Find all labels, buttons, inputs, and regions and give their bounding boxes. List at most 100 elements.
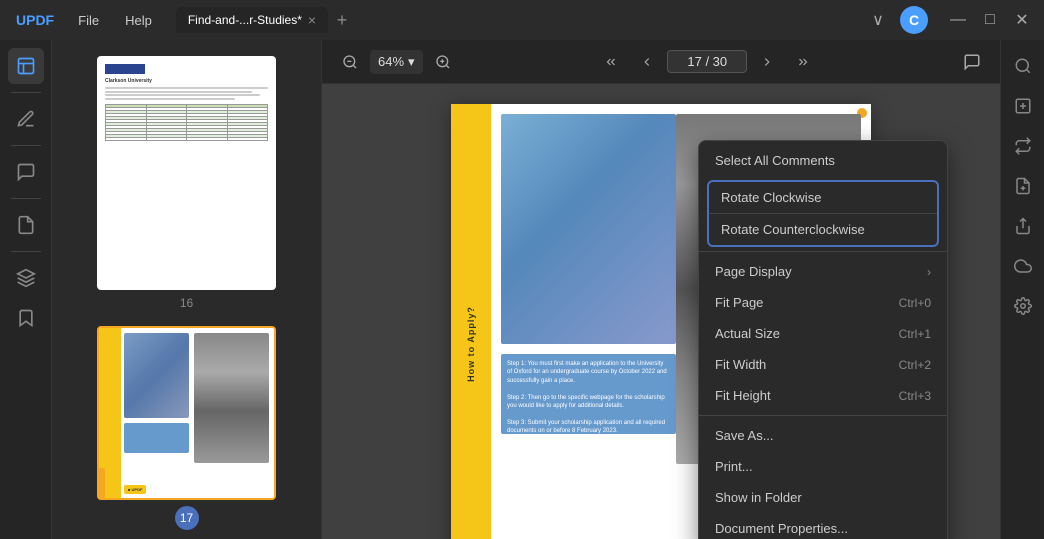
shortcut-fit-width: Ctrl+2 [899, 358, 931, 372]
sidebar-icon-comment[interactable] [8, 154, 44, 190]
menu-item-print[interactable]: Print... [699, 451, 947, 482]
menu-item-save-as[interactable]: Save As... [699, 420, 947, 451]
tab-close-button[interactable]: × [308, 13, 316, 27]
thumb-img-right [194, 333, 269, 463]
menu-label-select-all: Select All Comments [715, 153, 835, 168]
prev-page-button[interactable] [631, 46, 663, 78]
maximize-button[interactable]: □ [976, 6, 1004, 34]
avatar[interactable]: C [900, 6, 928, 34]
right-ocr-icon[interactable] [1005, 88, 1041, 124]
left-sidebar [0, 40, 52, 539]
page-input[interactable] [667, 50, 747, 73]
main-layout: Clarkson University [0, 40, 1044, 539]
document-area: How to Apply? Step 1: You must first mak… [322, 84, 1000, 539]
thumb-title-16: Clarkson University [105, 78, 268, 84]
right-settings-icon[interactable] [1005, 288, 1041, 324]
sidebar-icon-edit[interactable] [8, 48, 44, 84]
new-tab-button[interactable]: + [328, 6, 356, 34]
toolbar: 64% ▾ [322, 40, 1000, 84]
menu-item-page-display[interactable]: Page Display › [699, 256, 947, 287]
first-page-button[interactable] [595, 46, 627, 78]
active-tab[interactable]: Find-and-...r-Studies* × [176, 7, 328, 33]
page-yellow-strip: How to Apply? [451, 104, 491, 539]
thumbnail-page-17[interactable]: ■ UPDF 17 [97, 326, 276, 530]
thumb-label-17: 17 [175, 506, 199, 530]
zoom-display[interactable]: 64% ▾ [370, 50, 423, 74]
doc-area-wrapper: 64% ▾ [322, 40, 1000, 539]
window-controls: — □ ✕ [944, 6, 1036, 34]
menu-item-fit-height[interactable]: Fit Height Ctrl+3 [699, 380, 947, 411]
sidebar-divider-2 [11, 145, 41, 146]
right-cloud-icon[interactable] [1005, 248, 1041, 284]
thumb-text-16 [105, 87, 268, 100]
page-navigation [595, 46, 819, 78]
thumb-blue-box [124, 423, 189, 453]
menu-item-fit-page[interactable]: Fit Page Ctrl+0 [699, 287, 947, 318]
text-line [105, 94, 260, 96]
thumb-frame-17: ■ UPDF [97, 326, 276, 500]
minimize-button[interactable]: — [944, 6, 972, 34]
shortcut-actual-size: Ctrl+1 [899, 327, 931, 341]
file-menu[interactable]: File [66, 9, 111, 32]
menu-divider-2 [699, 415, 947, 416]
right-convert-icon[interactable] [1005, 128, 1041, 164]
next-page-button[interactable] [751, 46, 783, 78]
context-menu: Select All Comments Rotate Clockwise Rot… [698, 140, 948, 539]
thumb-doc-16: Clarkson University [99, 58, 274, 288]
thumbnail-panel[interactable]: Clarkson University [52, 40, 322, 539]
menu-label-rotate-cw: Rotate Clockwise [721, 190, 821, 205]
menu-item-rotate-ccw[interactable]: Rotate Counterclockwise [709, 214, 937, 245]
menu-item-rotate-cw[interactable]: Rotate Clockwise [709, 182, 937, 214]
how-to-apply-text: How to Apply? [466, 306, 476, 382]
menu-label-actual-size: Actual Size [715, 326, 780, 341]
titlebar-right: ∨ C — □ ✕ [864, 6, 1036, 34]
menu-label-fit-page: Fit Page [715, 295, 763, 310]
close-button[interactable]: ✕ [1008, 6, 1036, 34]
menu-label-show-in-folder: Show in Folder [715, 490, 802, 505]
sidebar-icon-layers[interactable] [8, 260, 44, 296]
titlebar: UPDF File Help Find-and-...r-Studies* × … [0, 0, 1044, 40]
thumb-table-16 [105, 104, 268, 141]
comment-toolbar-button[interactable] [956, 46, 988, 78]
menu-item-fit-width[interactable]: Fit Width Ctrl+2 [699, 349, 947, 380]
app-logo: UPDF [8, 12, 62, 28]
last-page-button[interactable] [787, 46, 819, 78]
shortcut-fit-page: Ctrl+0 [899, 296, 931, 310]
right-sidebar [1000, 40, 1044, 539]
page-image-left [501, 114, 676, 344]
zoom-value: 64% [378, 54, 404, 69]
page-blue-text: Step 1: You must first make an applicati… [507, 360, 670, 434]
menu-item-show-in-folder[interactable]: Show in Folder [699, 482, 947, 513]
titlebar-menu: File Help [66, 9, 164, 32]
menu-label-fit-width: Fit Width [715, 357, 766, 372]
right-share-icon[interactable] [1005, 208, 1041, 244]
thumbnail-page-16[interactable]: Clarkson University [97, 56, 276, 310]
sidebar-divider-3 [11, 198, 41, 199]
shortcut-fit-height: Ctrl+3 [899, 389, 931, 403]
sidebar-icon-bookmark[interactable] [8, 300, 44, 336]
thumb-header-16 [105, 64, 145, 74]
right-search-icon[interactable] [1005, 48, 1041, 84]
right-compress-icon[interactable] [1005, 168, 1041, 204]
menu-label-print: Print... [715, 459, 753, 474]
zoom-out-button[interactable] [334, 46, 366, 78]
text-line [105, 87, 268, 89]
menu-item-document-properties[interactable]: Document Properties... [699, 513, 947, 539]
menu-label-save-as: Save As... [715, 428, 774, 443]
sidebar-icon-markup[interactable] [8, 101, 44, 137]
thumb-doc-17: ■ UPDF [99, 328, 274, 498]
collapse-button[interactable]: ∨ [864, 6, 892, 34]
menu-divider-1 [699, 251, 947, 252]
menu-label-fit-height: Fit Height [715, 388, 771, 403]
sidebar-icon-pages[interactable] [8, 207, 44, 243]
menu-label-page-display: Page Display [715, 264, 792, 279]
zoom-in-button[interactable] [427, 46, 459, 78]
menu-item-actual-size[interactable]: Actual Size Ctrl+1 [699, 318, 947, 349]
rotate-group: Rotate Clockwise Rotate Counterclockwise [707, 180, 939, 247]
zoom-dropdown-icon: ▾ [408, 54, 415, 70]
sidebar-divider-4 [11, 251, 41, 252]
help-menu[interactable]: Help [113, 9, 164, 32]
menu-item-select-all-comments[interactable]: Select All Comments [699, 145, 947, 176]
text-line [105, 91, 252, 93]
sidebar-divider-1 [11, 92, 41, 93]
